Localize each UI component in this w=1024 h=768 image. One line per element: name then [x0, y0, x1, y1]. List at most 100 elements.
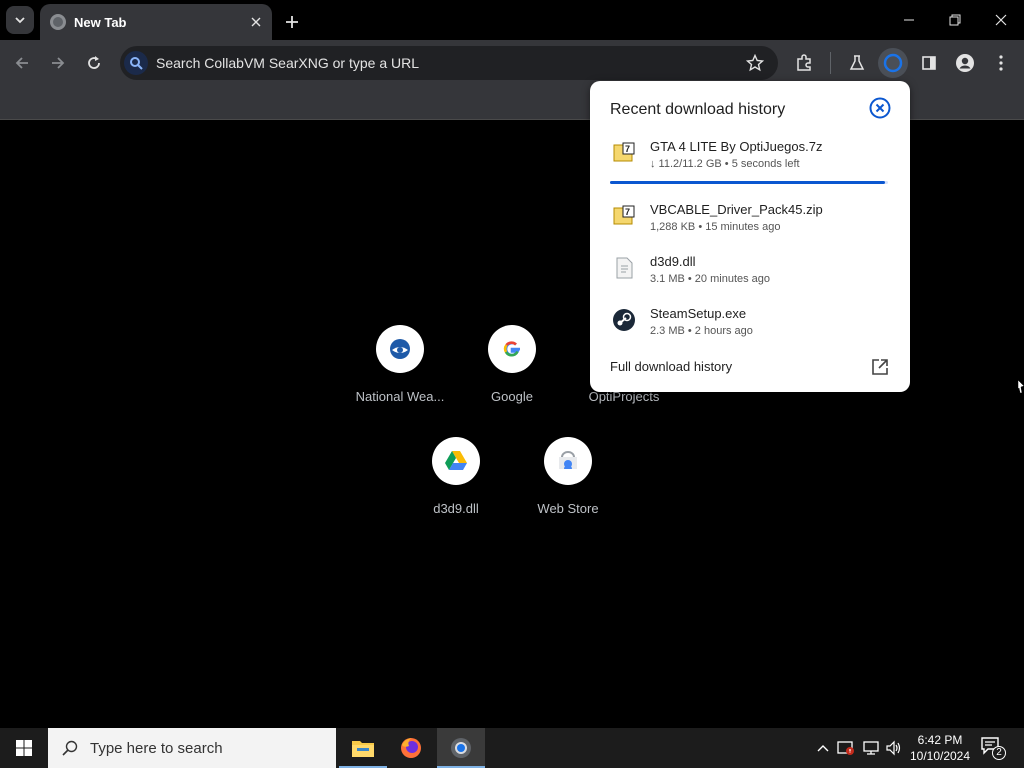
taskbar-search-box[interactable]: Type here to search [48, 728, 336, 768]
noaa-icon [376, 325, 424, 373]
new-tab-button[interactable] [278, 8, 306, 36]
web-store-icon [544, 437, 592, 485]
tab-close-button[interactable] [244, 10, 268, 34]
download-bubble-title: Recent download history [610, 101, 786, 118]
reload-button[interactable] [79, 48, 109, 78]
shortcut-label: Google [491, 389, 533, 404]
file-explorer-taskbar-button[interactable] [339, 728, 387, 768]
folder-icon [352, 741, 374, 757]
download-item[interactable]: d3d9.dll 3.1 MB • 20 minutes ago [590, 254, 910, 302]
restore-icon [949, 14, 961, 26]
flask-icon [849, 55, 865, 70]
shortcut-label: Web Store [537, 501, 599, 516]
show-hidden-icons-button[interactable] [813, 738, 833, 758]
network-icon [863, 741, 879, 755]
download-status: 3.1 MB • 20 minutes ago [650, 273, 771, 285]
notification-count-badge: 2 [992, 746, 1006, 760]
restore-button[interactable] [932, 0, 978, 40]
shortcut-tile[interactable]: Google [456, 325, 568, 425]
download-progress-icon [883, 53, 903, 73]
download-filename: GTA 4 LITE By OptiJuegos.7z [650, 139, 823, 154]
zip-archive-icon: 7 [613, 205, 635, 225]
chrome-taskbar-button[interactable] [437, 728, 485, 768]
side-panel-button[interactable] [914, 48, 944, 78]
back-button[interactable] [7, 48, 37, 78]
tab-search-button[interactable] [6, 6, 34, 34]
browser-toolbar: Search CollabVM SearXNG or type a URL [0, 40, 1024, 86]
download-progress-bar [610, 181, 888, 184]
downloads-button[interactable] [878, 48, 908, 78]
more-vert-icon [999, 55, 1003, 71]
chevron-up-icon [817, 745, 829, 752]
omnibox-placeholder: Search CollabVM SearXNG or type a URL [156, 55, 419, 71]
forward-button[interactable] [43, 48, 73, 78]
svg-text:7: 7 [625, 144, 630, 154]
minimize-button[interactable] [886, 0, 932, 40]
shortcut-tile[interactable]: National Wea... [344, 325, 456, 425]
notification-center-button[interactable]: 2 [980, 736, 1006, 760]
close-icon [995, 14, 1007, 26]
shortcut-label: d3d9.dll [433, 501, 479, 516]
network-tray-button[interactable] [861, 738, 881, 758]
security-tray-button[interactable] [836, 738, 856, 758]
svg-text:7: 7 [625, 207, 630, 217]
globe-icon [50, 14, 66, 30]
labs-button[interactable] [842, 48, 872, 78]
download-filename: VBCABLE_Driver_Pack45.zip [650, 202, 823, 217]
firefox-icon [401, 738, 421, 758]
clock-date: 10/10/2024 [909, 749, 971, 763]
full-download-history-link[interactable]: Full download history [610, 359, 732, 374]
download-item[interactable]: 7 GTA 4 LITE By OptiJuegos.7z ↓ 11.2/11.… [590, 139, 910, 187]
download-item[interactable]: 7 VBCABLE_Driver_Pack45.zip 1,288 KB • 1… [590, 202, 910, 250]
close-window-button[interactable] [978, 0, 1024, 40]
download-filename: d3d9.dll [650, 254, 696, 269]
download-item[interactable]: SteamSetup.exe 2.3 MB • 2 hours ago [590, 306, 910, 354]
search-icon [62, 740, 78, 756]
omnibox[interactable]: Search CollabVM SearXNG or type a URL [120, 46, 778, 80]
taskbar-clock[interactable]: 6:42 PM 10/10/2024 [906, 732, 974, 764]
download-status: ↓ 11.2/11.2 GB • 5 seconds left [650, 158, 800, 170]
volume-tray-button[interactable] [884, 738, 904, 758]
download-bubble: Recent download history 7 GTA 4 LITE By … [590, 81, 910, 392]
dll-file-icon [616, 257, 633, 279]
avatar-icon [956, 54, 974, 72]
security-alert-icon [837, 741, 854, 755]
taskbar: Type here to search 6:42 PM 10/10/2024 2 [0, 728, 1024, 768]
shortcut-tile[interactable]: Web Store [512, 437, 624, 537]
close-circle-icon [869, 97, 891, 119]
reload-icon [88, 56, 100, 69]
side-panel-icon [922, 56, 936, 70]
steam-icon [613, 309, 635, 331]
profile-button[interactable] [950, 48, 980, 78]
extensions-button[interactable] [789, 48, 819, 78]
plus-icon [286, 16, 298, 28]
minimize-icon [904, 19, 914, 21]
mouse-cursor [1017, 379, 1024, 394]
toolbar-separator [830, 52, 831, 74]
download-status: 2.3 MB • 2 hours ago [650, 325, 753, 337]
firefox-taskbar-button[interactable] [387, 728, 435, 768]
download-bubble-close-button[interactable] [868, 96, 892, 120]
volume-icon [886, 740, 901, 756]
puzzle-icon [797, 54, 811, 71]
bookmark-star-button[interactable] [740, 48, 770, 78]
start-button[interactable] [0, 728, 48, 768]
open-external-icon[interactable] [870, 357, 890, 377]
search-icon [124, 51, 148, 75]
tab-title: New Tab [74, 14, 127, 30]
clock-time: 6:42 PM [917, 733, 963, 747]
taskbar-search-placeholder: Type here to search [90, 739, 223, 757]
windows-logo-icon [16, 740, 32, 756]
desktop: New Tab Search CollabVM SearXNG or type … [0, 0, 1024, 768]
google-icon [488, 325, 536, 373]
menu-button[interactable] [986, 48, 1016, 78]
download-filename: SteamSetup.exe [650, 306, 747, 321]
chevron-down-icon [15, 17, 25, 24]
download-progress-fill [610, 181, 886, 184]
close-icon [251, 17, 261, 27]
shortcut-label: National Wea... [355, 389, 445, 404]
tab-strip: New Tab [0, 0, 1024, 40]
shortcut-tile[interactable]: d3d9.dll [400, 437, 512, 537]
arrow-right-icon [52, 57, 65, 69]
tab-new-tab[interactable]: New Tab [40, 4, 272, 40]
